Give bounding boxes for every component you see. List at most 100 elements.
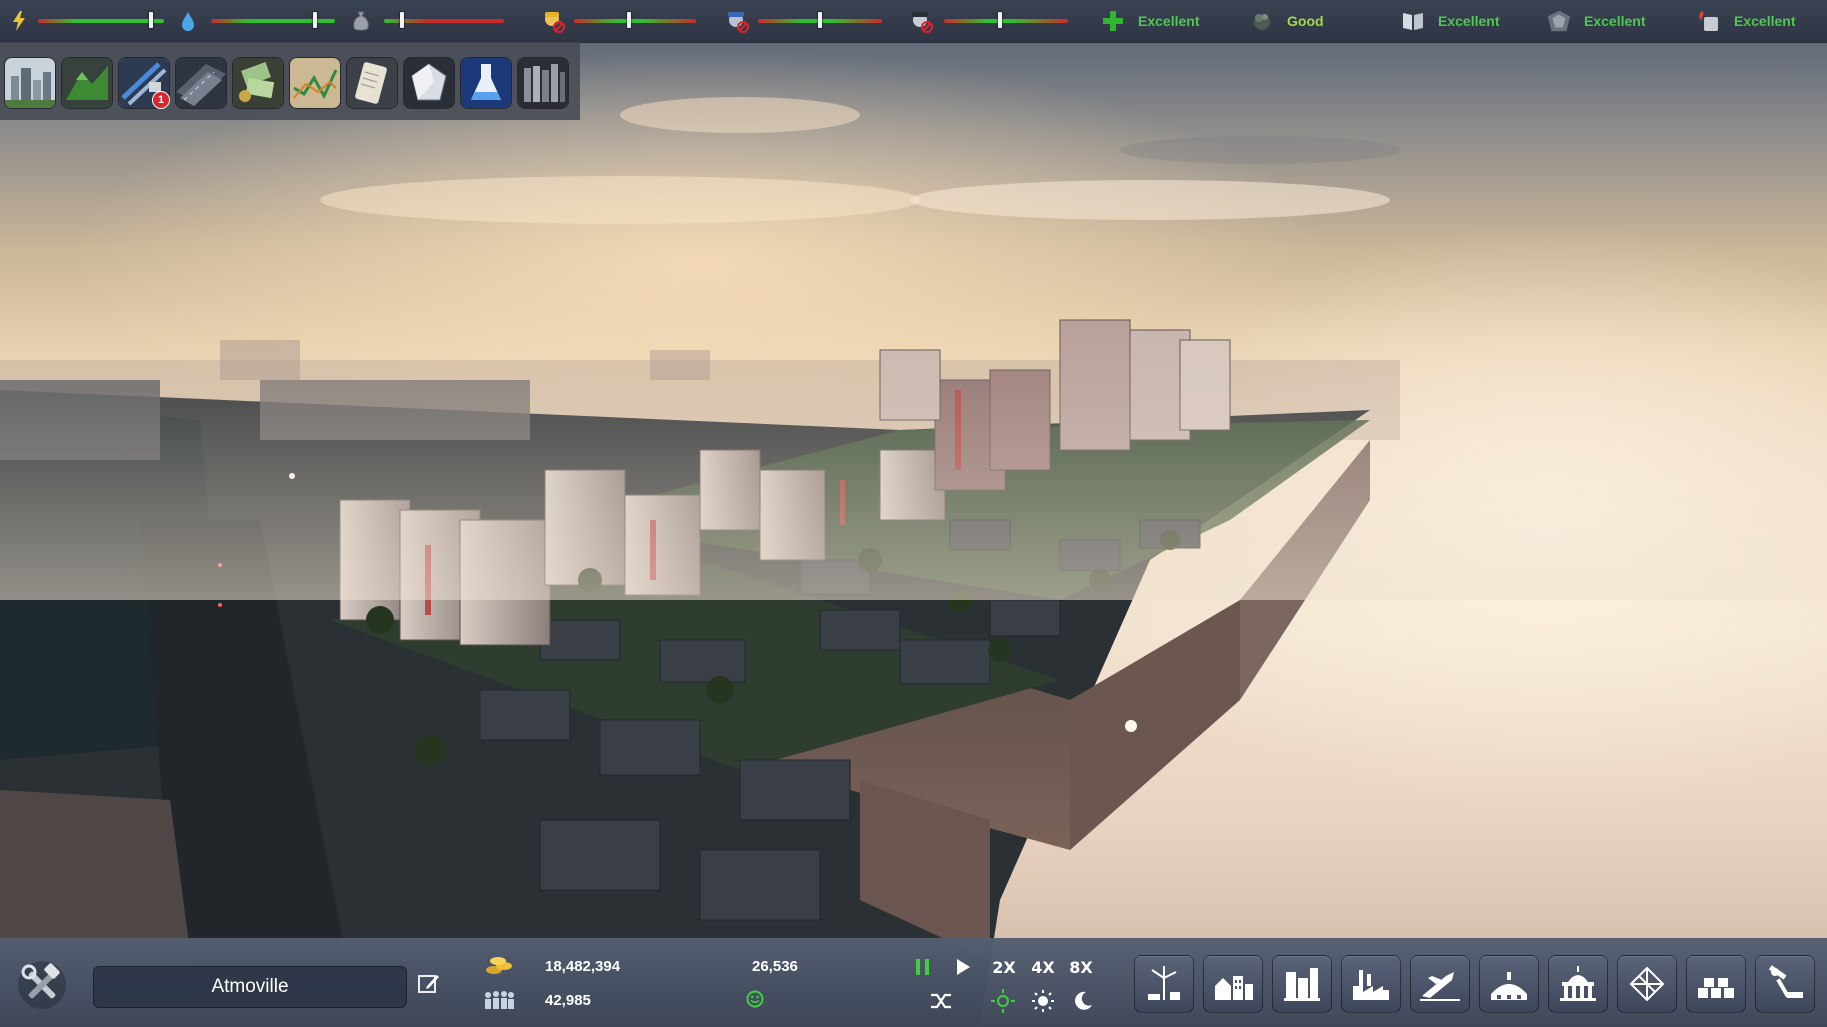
police-rating-label: Excellent xyxy=(1584,13,1646,29)
day-sun-icon xyxy=(1032,990,1054,1012)
research-flask-icon xyxy=(461,58,511,108)
library-books-icon xyxy=(518,58,568,108)
speed-8x-button[interactable]: 8X xyxy=(1064,952,1098,982)
police-slider-knob[interactable] xyxy=(818,12,822,28)
water-meter[interactable] xyxy=(175,8,335,34)
education-rating[interactable]: Excellent xyxy=(1400,8,1499,34)
shuffle-icon xyxy=(931,993,951,1009)
pause-icon xyxy=(916,959,929,975)
build-transport-button[interactable] xyxy=(1410,955,1470,1013)
firefighter-slider-knob[interactable] xyxy=(997,12,1002,28)
services-build-icon xyxy=(1491,972,1527,1000)
bulldoze-button[interactable] xyxy=(1755,955,1815,1013)
pollution-rating-label: Good xyxy=(1287,13,1324,29)
build-foundation-button[interactable] xyxy=(1686,955,1746,1013)
sun-cycle-icon xyxy=(991,989,1015,1013)
education-book-icon xyxy=(1400,8,1426,34)
research-button[interactable] xyxy=(460,57,512,109)
government-build-icon xyxy=(1560,966,1596,1001)
day-night-cycle-button[interactable] xyxy=(988,986,1018,1016)
hammer-wrench-icon xyxy=(18,961,66,1009)
smiley-icon xyxy=(740,986,770,1012)
night-moon-icon xyxy=(1075,991,1092,1010)
health-rating-label: Excellent xyxy=(1138,13,1200,29)
residential-build-icon xyxy=(1215,976,1253,1000)
budget-button[interactable] xyxy=(232,57,284,109)
fire-safety-icon xyxy=(1696,8,1722,34)
pollution-icon xyxy=(1249,8,1275,34)
police-officer-icon xyxy=(724,8,750,34)
police-badge-icon xyxy=(1546,8,1572,34)
play-button[interactable] xyxy=(948,952,978,982)
resources-crystal-icon xyxy=(404,58,454,108)
city-name-field[interactable]: Atmoville xyxy=(93,966,407,1008)
police-rating[interactable]: Excellent xyxy=(1546,8,1645,34)
transport-build-icon xyxy=(1420,972,1460,1001)
policies-scroll-icon xyxy=(347,58,397,108)
money-coins-icon xyxy=(482,952,516,978)
policies-button[interactable] xyxy=(346,57,398,109)
power-level-bar xyxy=(38,19,164,23)
special-build-icon xyxy=(1629,966,1665,1002)
pollution-rating[interactable]: Good xyxy=(1249,8,1324,34)
roads-icon xyxy=(176,58,226,108)
health-worker-slider-knob[interactable] xyxy=(626,12,631,28)
fire-safety-rating[interactable]: Excellent xyxy=(1696,8,1795,34)
water-slider-knob[interactable] xyxy=(313,12,318,28)
shuffle-button[interactable] xyxy=(926,986,956,1016)
energy-build-icon xyxy=(1148,966,1180,1000)
play-icon xyxy=(957,959,970,975)
police-meter[interactable] xyxy=(724,8,884,34)
day-button[interactable] xyxy=(1028,986,1058,1016)
education-rating-label: Excellent xyxy=(1438,13,1500,29)
build-services-button[interactable] xyxy=(1479,955,1539,1013)
tools-button[interactable] xyxy=(14,957,70,1013)
build-industrial-button[interactable] xyxy=(1341,955,1401,1013)
library-button[interactable] xyxy=(517,57,569,109)
infrastructure-button[interactable]: 1 xyxy=(118,57,170,109)
city-overview-icon xyxy=(5,58,55,108)
top-status-bar: Excellent Good Excellent Excellent Excel… xyxy=(0,0,1827,43)
terrain-button[interactable] xyxy=(61,57,113,109)
category-toolbar: 1 xyxy=(0,42,580,120)
speed-4x-button[interactable]: 4X xyxy=(1026,952,1060,982)
money-value: 18,482,394 xyxy=(545,958,621,975)
foundation-build-icon xyxy=(1698,978,1734,998)
health-worker-icon xyxy=(540,8,566,34)
income-value: 26,536 xyxy=(752,958,798,975)
bulldoze-tools-icon xyxy=(1768,965,1803,998)
roads-button[interactable] xyxy=(175,57,227,109)
firefighter-level-bar xyxy=(944,19,1068,23)
edit-city-name-button[interactable] xyxy=(414,969,444,999)
health-worker-meter[interactable] xyxy=(540,8,700,34)
health-cross-icon xyxy=(1100,8,1126,34)
bottom-control-bar: Atmoville 18,482,394 42,985 26,536 2X 4X… xyxy=(0,938,1827,1027)
city-viewport[interactable] xyxy=(0,0,1827,1026)
terrain-icon xyxy=(62,58,112,108)
night-button[interactable] xyxy=(1068,986,1098,1016)
firefighter-meter[interactable] xyxy=(908,8,1068,34)
health-worker-level-bar xyxy=(574,19,696,23)
budget-money-icon xyxy=(233,58,283,108)
garbage-slider-knob[interactable] xyxy=(400,12,404,28)
power-slider-knob[interactable] xyxy=(149,12,154,28)
pause-button[interactable] xyxy=(908,952,938,982)
build-residential-button[interactable] xyxy=(1203,955,1263,1013)
power-meter[interactable] xyxy=(6,8,164,34)
build-energy-button[interactable] xyxy=(1134,955,1194,1013)
population-icon xyxy=(482,987,516,1013)
garbage-meter[interactable] xyxy=(348,8,508,34)
build-special-button[interactable] xyxy=(1617,955,1677,1013)
infrastructure-notification-badge: 1 xyxy=(152,91,170,109)
build-government-button[interactable] xyxy=(1548,955,1608,1013)
health-rating[interactable]: Excellent xyxy=(1100,8,1199,34)
build-commercial-button[interactable] xyxy=(1272,955,1332,1013)
economy-graph-icon xyxy=(290,58,340,108)
resources-button[interactable] xyxy=(403,57,455,109)
city-overview-button[interactable] xyxy=(4,57,56,109)
speed-2x-button[interactable]: 2X xyxy=(987,952,1021,982)
economy-button[interactable] xyxy=(289,57,341,109)
population-value: 42,985 xyxy=(545,992,591,1009)
garbage-bag-icon xyxy=(348,8,374,34)
commercial-build-icon xyxy=(1284,968,1320,1001)
